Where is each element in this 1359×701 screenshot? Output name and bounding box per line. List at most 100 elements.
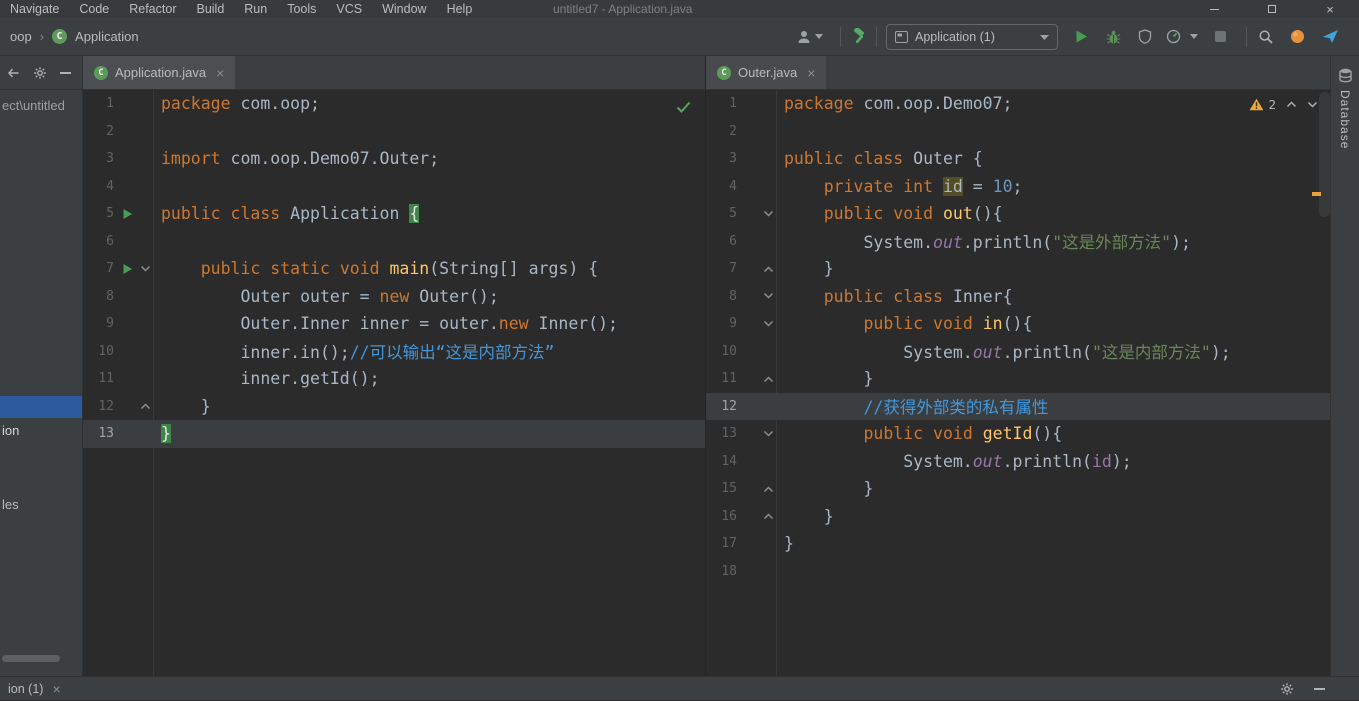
line-number[interactable]: 15 [706, 481, 740, 496]
prev-problem-icon[interactable] [1286, 101, 1297, 108]
line-number[interactable]: 17 [706, 536, 740, 551]
line-number[interactable]: 7 [83, 261, 117, 276]
menu-vcs[interactable]: VCS [326, 0, 372, 18]
menu-code[interactable]: Code [69, 0, 119, 18]
next-problem-icon[interactable] [1307, 101, 1318, 108]
line-number[interactable]: 3 [83, 151, 117, 166]
code-line-10[interactable]: 10 System.out.println("这是内部方法"); [706, 338, 1330, 366]
line-number[interactable]: 14 [706, 454, 740, 469]
line-number[interactable]: 11 [706, 371, 740, 386]
collapse-panel-icon[interactable] [60, 71, 71, 74]
vertical-scrollbar[interactable] [1319, 92, 1330, 217]
code-line-5[interactable]: 5 public void out(){ [706, 200, 1330, 228]
line-number[interactable]: 13 [83, 426, 117, 441]
line-number[interactable]: 6 [83, 234, 117, 249]
code-line-13[interactable]: 13} [83, 420, 705, 448]
code-line-16[interactable]: 16 } [706, 503, 1330, 531]
run-config-selector[interactable]: Application (1) [886, 24, 1058, 50]
project-item[interactable]: les [0, 494, 82, 516]
warning-stripe-mark[interactable] [1312, 192, 1321, 196]
code-line-17[interactable]: 17} [706, 530, 1330, 558]
breadcrumb-module[interactable]: oop [10, 29, 32, 44]
code-line-14[interactable]: 14 System.out.println(id); [706, 448, 1330, 476]
code-line-18[interactable]: 18 [706, 558, 1330, 586]
horizontal-scrollbar[interactable] [2, 655, 60, 662]
minimize-button[interactable] [1185, 0, 1243, 18]
fold-marker-icon[interactable] [760, 210, 776, 218]
code-line-7[interactable]: 7 } [706, 255, 1330, 283]
code-line-9[interactable]: 9 Outer.Inner inner = outer.new Inner(); [83, 310, 705, 338]
fold-marker-icon[interactable] [760, 485, 776, 493]
build-hammer-icon[interactable] [850, 18, 869, 55]
run-tool-window-tab[interactable]: ion (1) × [0, 677, 69, 700]
line-number[interactable]: 8 [83, 289, 117, 304]
fold-marker-icon[interactable] [137, 402, 153, 410]
line-number[interactable]: 5 [706, 206, 740, 221]
code-line-3[interactable]: 3 public class Outer { [706, 145, 1330, 173]
line-number[interactable]: 10 [83, 344, 117, 359]
menu-navigate[interactable]: Navigate [0, 0, 69, 18]
project-item[interactable]: ion [0, 420, 82, 442]
code-line-8[interactable]: 8 Outer outer = new Outer(); [83, 283, 705, 311]
gear-icon[interactable] [33, 66, 47, 80]
fold-marker-icon[interactable] [137, 265, 153, 273]
code-line-8[interactable]: 8 public class Inner{ [706, 283, 1330, 311]
menu-build[interactable]: Build [186, 0, 234, 18]
code-line-11[interactable]: 11 inner.getId(); [83, 365, 705, 393]
fold-marker-icon[interactable] [760, 512, 776, 520]
stop-button[interactable] [1214, 18, 1227, 55]
profiler-button[interactable] [1166, 18, 1181, 55]
debug-bug-button[interactable] [1106, 18, 1121, 55]
code-line-7[interactable]: 7 public static void main(String[] args)… [83, 255, 705, 283]
tab-close-icon[interactable]: × [52, 681, 60, 697]
code-line-15[interactable]: 15 } [706, 475, 1330, 503]
run-button[interactable] [1074, 18, 1089, 55]
line-number[interactable]: 2 [706, 124, 740, 139]
tab-application-java[interactable]: C Application.java × [83, 56, 236, 89]
breadcrumb-class[interactable]: Application [75, 29, 139, 44]
code-line-11[interactable]: 11 } [706, 365, 1330, 393]
tab-outer-java[interactable]: C Outer.java × [706, 56, 827, 89]
code-editor-right[interactable]: 1 package com.oop.Demo07; 2 3 public class O… [706, 90, 1330, 676]
tab-close-icon[interactable]: × [807, 65, 815, 81]
line-number[interactable]: 4 [83, 179, 117, 194]
code-line-1[interactable]: 1 package com.oop.Demo07; [706, 90, 1330, 118]
line-number[interactable]: 3 [706, 151, 740, 166]
code-line-2[interactable]: 2 [83, 118, 705, 146]
blue-plugin-icon[interactable] [1322, 18, 1339, 55]
coverage-shield-button[interactable] [1138, 18, 1152, 55]
code-line-5[interactable]: 5 public class Application { [83, 200, 705, 228]
line-number[interactable]: 12 [83, 399, 117, 414]
line-number[interactable]: 1 [83, 96, 117, 111]
maximize-button[interactable] [1243, 0, 1301, 18]
code-line-4[interactable]: 4 [83, 173, 705, 201]
code-line-2[interactable]: 2 [706, 118, 1330, 146]
code-line-9[interactable]: 9 public void in(){ [706, 310, 1330, 338]
code-line-4[interactable]: 4 private int id = 10; [706, 173, 1330, 201]
menu-run[interactable]: Run [234, 0, 277, 18]
menu-window[interactable]: Window [372, 0, 436, 18]
menu-refactor[interactable]: Refactor [119, 0, 186, 18]
fold-marker-icon[interactable] [760, 375, 776, 383]
update-indicator-icon[interactable] [1290, 18, 1305, 55]
menu-help[interactable]: Help [437, 0, 483, 18]
code-line-12[interactable]: 12 //获得外部类的私有属性 [706, 392, 1330, 420]
run-gutter-icon[interactable] [117, 208, 137, 220]
inspections-widget[interactable]: 2 [1249, 97, 1318, 112]
line-number[interactable]: 9 [83, 316, 117, 331]
code-line-12[interactable]: 12 } [83, 393, 705, 421]
line-number[interactable]: 4 [706, 179, 740, 194]
line-number[interactable]: 11 [83, 371, 117, 386]
fold-marker-icon[interactable] [760, 265, 776, 273]
close-button[interactable]: × [1301, 0, 1359, 18]
code-line-13[interactable]: 13 public void getId(){ [706, 420, 1330, 448]
line-number[interactable]: 8 [706, 289, 740, 304]
project-item-selected[interactable] [0, 396, 82, 418]
line-number[interactable]: 5 [83, 206, 117, 221]
line-number[interactable]: 10 [706, 344, 740, 359]
line-number[interactable]: 1 [706, 96, 740, 111]
line-number[interactable]: 7 [706, 261, 740, 276]
hide-panel-icon[interactable] [7, 67, 20, 79]
code-line-1[interactable]: 1 package com.oop; [83, 90, 705, 118]
fold-marker-icon[interactable] [760, 430, 776, 438]
